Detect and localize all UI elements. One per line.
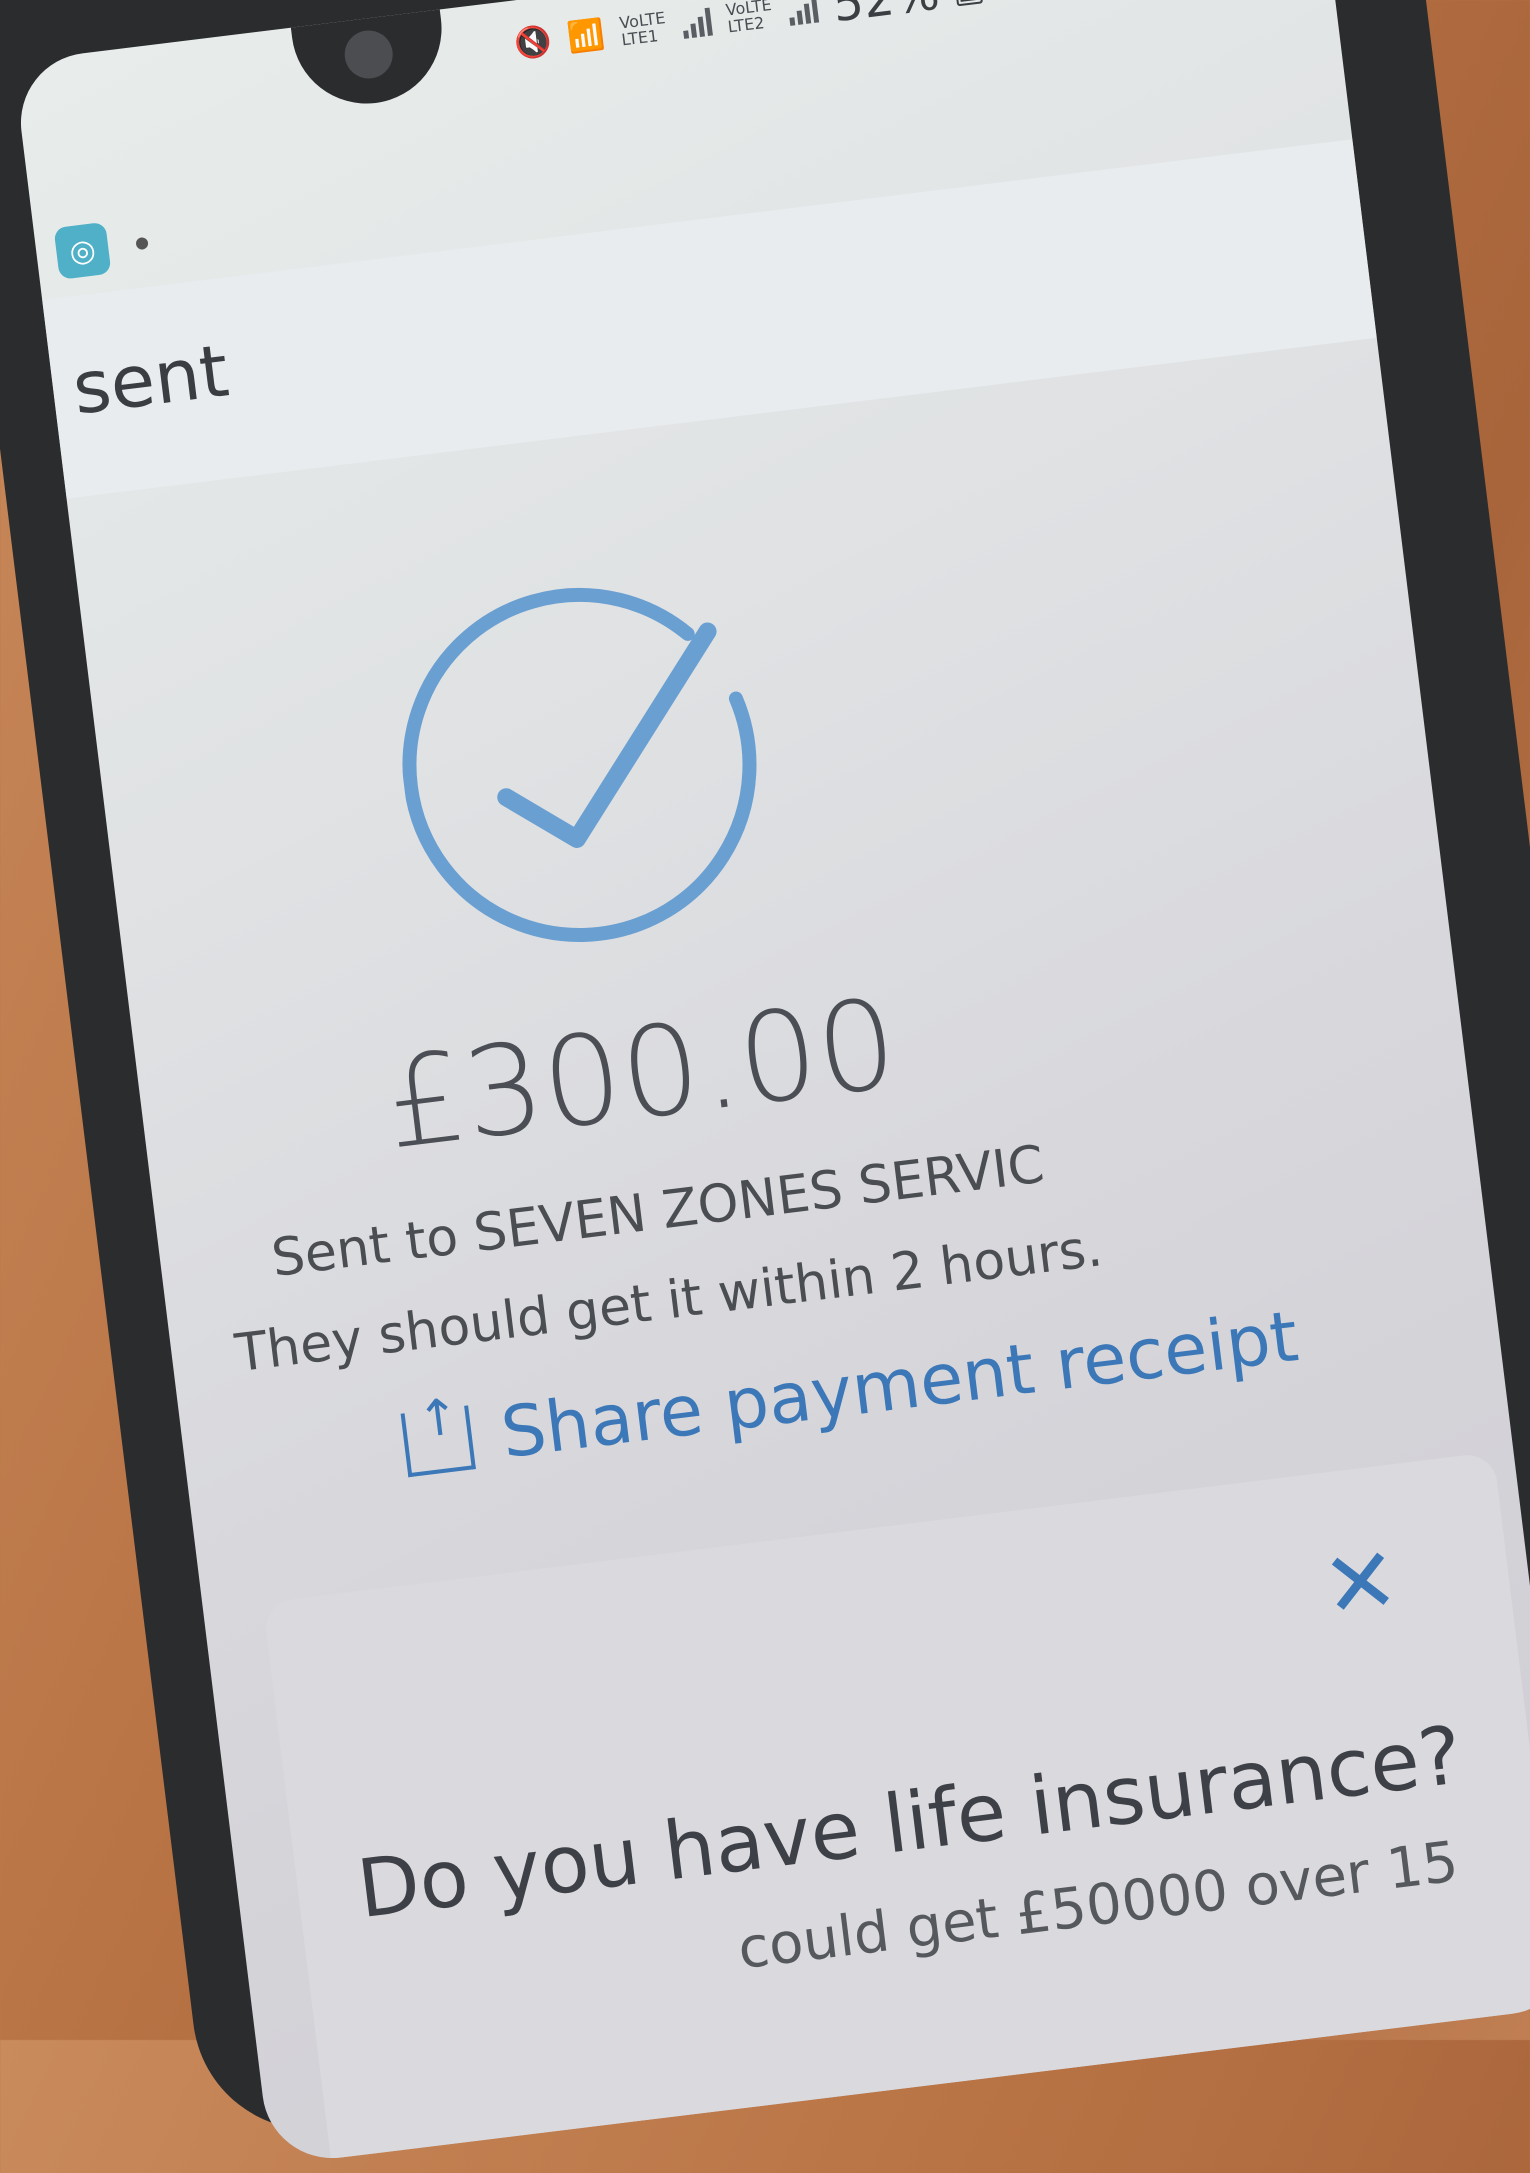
signal-icon bbox=[787, 0, 820, 26]
signal-icon bbox=[680, 6, 713, 39]
wifi-icon: 📶 bbox=[565, 16, 607, 56]
close-icon[interactable]: ✕ bbox=[1317, 1527, 1405, 1640]
sim1-network-bottom: LTE1 bbox=[620, 26, 660, 50]
header-bar bbox=[42, 139, 1377, 499]
life-insurance-promo: ✕ Do you have life insurance? could get … bbox=[262, 1451, 1530, 2167]
app-screen: 🔇 📶 VoLTE LTE1 VoLTE LTE2 52% ◎ sent bbox=[12, 0, 1530, 2167]
battery-percentage: 52% bbox=[830, 0, 943, 33]
app-notification-icon: ◎ bbox=[53, 221, 112, 280]
success-check-icon bbox=[402, 588, 757, 943]
sim2-network-bottom: LTE2 bbox=[726, 13, 766, 37]
phone-frame: 🔇 📶 VoLTE LTE1 VoLTE LTE2 52% ◎ sent bbox=[0, 0, 1530, 2167]
sim2-network: VoLTE LTE2 bbox=[725, 0, 775, 37]
share-icon bbox=[400, 1405, 476, 1478]
sim1-network: VoLTE LTE1 bbox=[618, 8, 668, 50]
status-bar: 🔇 📶 VoLTE LTE1 VoLTE LTE2 52% bbox=[511, 0, 984, 74]
mute-icon: 🔇 bbox=[512, 22, 554, 62]
battery-icon bbox=[952, 0, 983, 7]
notification-dot bbox=[135, 236, 149, 251]
